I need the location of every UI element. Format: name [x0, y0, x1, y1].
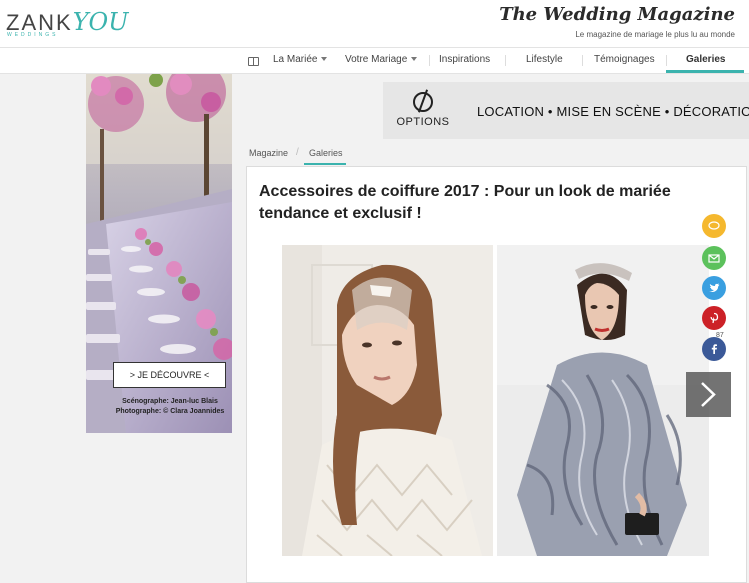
- ad-credit-photographer: Photographe: © Clara Joannides: [115, 408, 225, 415]
- pinterest-icon: [710, 312, 719, 324]
- magazine-title[interactable]: The Wedding Magazine: [499, 4, 735, 25]
- nav-item-galeries[interactable]: Galeries: [686, 54, 725, 65]
- main-nav: La Mariée Votre Mariage Inspirations Lif…: [0, 47, 749, 74]
- nav-label: La Mariée: [273, 54, 318, 65]
- nav-item-la-mariee[interactable]: La Mariée: [273, 54, 328, 65]
- chevron-down-icon: [411, 57, 418, 62]
- nav-divider: [505, 55, 506, 66]
- nav-label: Votre Mariage: [345, 54, 408, 65]
- page: ZANKYOU WEDDINGS The Wedding Magazine Le…: [0, 0, 749, 583]
- options-logo-label: OPTIONS: [396, 116, 450, 128]
- pinterest-share-button[interactable]: [702, 306, 726, 330]
- nav-divider: [666, 55, 667, 66]
- email-icon: [708, 254, 720, 263]
- gallery-photo-2[interactable]: [497, 245, 709, 556]
- comment-button[interactable]: [702, 214, 726, 238]
- nav-item-lifestyle[interactable]: Lifestyle: [526, 54, 563, 65]
- nav-label: Inspirations: [439, 54, 491, 65]
- email-share-button[interactable]: [702, 246, 726, 270]
- nav-divider: [429, 55, 430, 66]
- article-title: Accessoires de coiffure 2017 : Pour un l…: [259, 183, 671, 222]
- ad-discover-button[interactable]: > JE DÉCOUVRE <: [113, 362, 226, 388]
- bride-veil-photo: [282, 245, 493, 556]
- comment-icon: [708, 221, 720, 230]
- magazine-subtitle: Le magazine de mariage le plus lu au mon…: [575, 30, 735, 39]
- options-icon: [413, 92, 433, 112]
- options-tagline-mise-en-scene: MISE EN SCÈNE: [556, 104, 661, 119]
- nav-label: Galeries: [686, 54, 726, 65]
- tagline-separator: •: [664, 104, 670, 119]
- twitter-share-button[interactable]: [702, 276, 726, 300]
- options-ad-banner[interactable]: OPTIONS LOCATION • MISE EN SCÈNE • DÉCOR…: [383, 82, 749, 139]
- bride-silver-dress-photo: [497, 245, 709, 556]
- nav-divider: [582, 55, 583, 66]
- breadcrumb-galeries[interactable]: Galeries: [309, 148, 343, 158]
- book-icon[interactable]: [248, 57, 259, 66]
- nav-label: Témoignages: [594, 54, 655, 65]
- breadcrumb-separator: /: [296, 147, 299, 158]
- logo-you-text: YOU: [72, 8, 129, 36]
- tagline-separator: •: [547, 104, 553, 119]
- facebook-icon: [711, 344, 717, 354]
- nav-label: Lifestyle: [526, 54, 563, 65]
- facebook-share-button[interactable]: [702, 337, 726, 361]
- options-tagline: LOCATION • MISE EN SCÈNE • DÉCORATION: [477, 104, 749, 119]
- options-tagline-decoration: DÉCORATION: [673, 104, 749, 119]
- options-tagline-location: LOCATION: [477, 104, 545, 119]
- zankyou-logo[interactable]: ZANKYOU WEDDINGS: [6, 8, 129, 38]
- gallery-photo-1[interactable]: [282, 245, 493, 556]
- ad-credit-scenographer: Scénographe: Jean-luc Blais: [122, 398, 218, 405]
- site-header: ZANKYOU WEDDINGS The Wedding Magazine Le…: [0, 0, 749, 47]
- nav-item-inspirations[interactable]: Inspirations: [439, 54, 490, 65]
- chevron-down-icon: [321, 57, 328, 62]
- chevron-right-icon: [701, 382, 716, 407]
- logo-sub-text: WEDDINGS: [7, 32, 59, 38]
- twitter-icon: [709, 283, 720, 293]
- nav-item-votre-mariage[interactable]: Votre Mariage: [345, 54, 418, 65]
- options-logo: OPTIONS: [395, 92, 451, 128]
- breadcrumb-active-indicator: [304, 163, 346, 165]
- facebook-share-count: 87: [716, 332, 724, 339]
- nav-item-temoignages[interactable]: Témoignages: [594, 54, 655, 65]
- gallery-next-button[interactable]: [686, 372, 731, 417]
- nav-active-indicator: [666, 70, 744, 73]
- breadcrumb-magazine[interactable]: Magazine: [249, 148, 288, 158]
